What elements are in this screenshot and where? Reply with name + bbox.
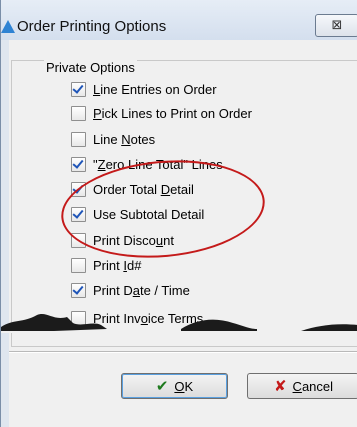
- option-label: Line Notes: [93, 131, 156, 147]
- option-label: Print Id#: [93, 257, 142, 273]
- option-line-entries[interactable]: Line Entries on Order: [71, 80, 217, 98]
- x-icon: ✘: [273, 378, 287, 395]
- option-label: Print Invoice Terms: [93, 310, 204, 326]
- checkbox[interactable]: [71, 310, 86, 326]
- option-zero-line-total[interactable]: "Zero Line Total" Lines: [71, 155, 223, 173]
- option-label: Use Subtotal Detail: [93, 206, 205, 222]
- option-print-id[interactable]: Print Id#: [71, 256, 141, 274]
- option-label: Order Total Detail: [93, 181, 194, 197]
- checkbox[interactable]: [71, 131, 86, 147]
- option-label: "Zero Line Total" Lines: [93, 156, 223, 172]
- checkbox[interactable]: [71, 206, 86, 222]
- option-print-date-time[interactable]: Print Date / Time: [71, 281, 190, 299]
- close-button[interactable]: ⊠: [315, 14, 357, 37]
- ok-label: OK: [174, 378, 194, 394]
- dialog-window: Order Printing Options ⊠ Private Options…: [0, 0, 357, 427]
- cancel-button[interactable]: ✘ Cancel: [247, 373, 357, 399]
- checkbox[interactable]: [71, 282, 86, 298]
- option-print-discount[interactable]: Print Discount: [71, 231, 174, 249]
- group-legend: Private Options: [44, 60, 137, 75]
- checkbox[interactable]: [71, 232, 86, 248]
- option-print-invoice-terms[interactable]: Print Invoice Terms: [71, 309, 203, 327]
- ok-button[interactable]: ✔ OK: [121, 373, 228, 399]
- check-icon: ✔: [155, 378, 169, 395]
- app-triangle-icon: [1, 20, 15, 33]
- checkbox[interactable]: [71, 257, 86, 273]
- title-bar[interactable]: Order Printing Options ⊠: [1, 0, 357, 40]
- option-use-subtotal-detail[interactable]: Use Subtotal Detail: [71, 205, 204, 223]
- option-label: Print Discount: [93, 232, 174, 248]
- button-separator: [9, 351, 357, 353]
- option-order-total-detail[interactable]: Order Total Detail: [71, 180, 194, 198]
- option-pick-lines[interactable]: Pick Lines to Print on Order: [71, 104, 252, 122]
- option-label: Pick Lines to Print on Order: [93, 105, 252, 121]
- checkbox[interactable]: [71, 181, 86, 197]
- dialog-title: Order Printing Options: [17, 18, 167, 35]
- checkbox[interactable]: [71, 105, 86, 121]
- option-line-notes[interactable]: Line Notes: [71, 130, 155, 148]
- option-label: Print Date / Time: [93, 282, 190, 298]
- option-label: Line Entries on Order: [93, 81, 217, 97]
- cancel-label: Cancel: [292, 378, 334, 394]
- checkbox[interactable]: [71, 81, 86, 97]
- checkbox[interactable]: [71, 156, 86, 172]
